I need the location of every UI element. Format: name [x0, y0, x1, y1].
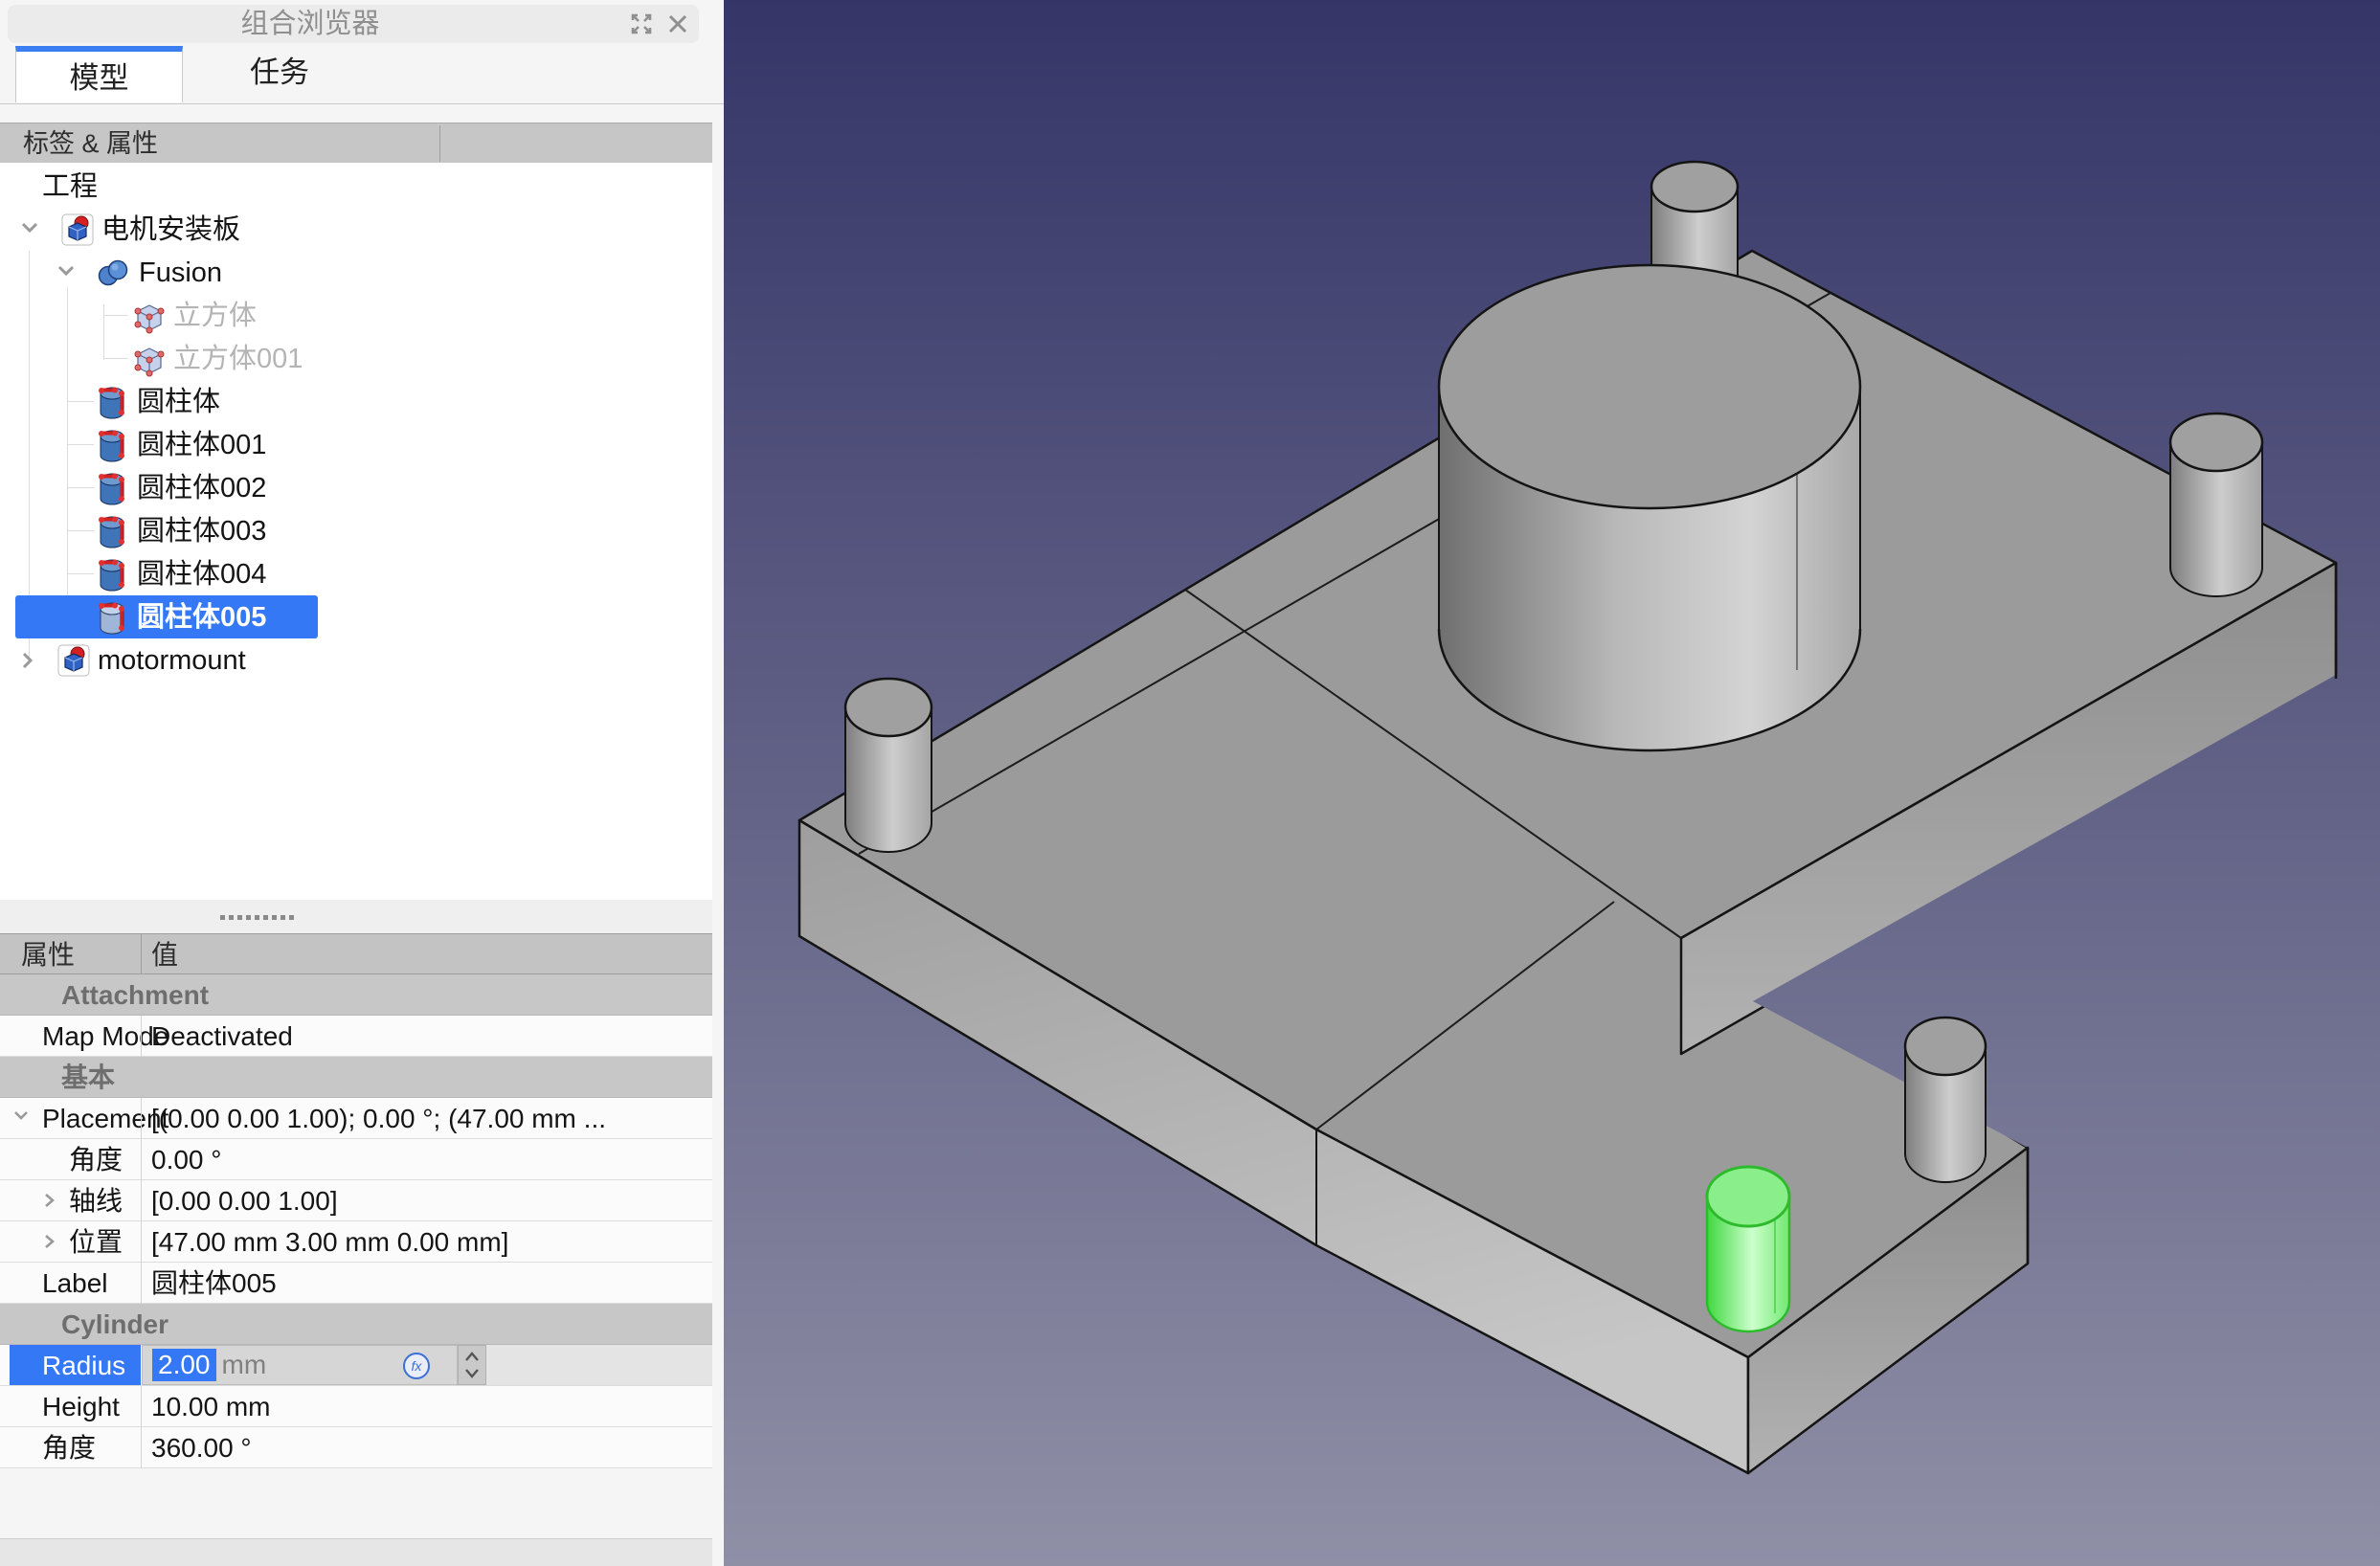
radius-selected-text: 2.00 [152, 1349, 216, 1381]
chevron-down-icon[interactable] [11, 1108, 31, 1129]
property-grid-header: 属性 值 [0, 933, 712, 974]
tree-item-motormount[interactable]: motormount [0, 638, 712, 682]
property-section-cylinder[interactable]: Cylinder [0, 1304, 712, 1345]
expression-editor-icon[interactable]: fx [403, 1353, 430, 1379]
property-section-base[interactable]: 基本 [0, 1057, 712, 1098]
radius-row-filler [486, 1345, 712, 1385]
tree-item-cube001[interactable]: 立方体001 [0, 337, 712, 380]
property-section-attachment[interactable]: Attachment [0, 974, 712, 1016]
property-row-height[interactable]: Height 10.00 mm [0, 1386, 712, 1427]
close-icon[interactable] [666, 12, 689, 35]
cube-icon [132, 343, 167, 382]
fusion-icon [96, 257, 130, 294]
cylinder-icon [96, 386, 128, 425]
freecad-window: 组合浏览器 模型 任务 [0, 0, 2380, 1566]
tree-item-cylinder003[interactable]: 圆柱体003 [0, 509, 712, 552]
chevron-down-icon[interactable] [19, 219, 40, 241]
combo-view-panel: 组合浏览器 模型 任务 [0, 0, 725, 1566]
cylinder-icon [96, 515, 128, 554]
radius-input[interactable]: 2.00mm fx [142, 1345, 458, 1385]
property-row-radius[interactable]: Radius 2.00mm fx [0, 1345, 712, 1386]
chevron-right-icon[interactable] [19, 650, 36, 676]
peg-right[interactable] [2170, 414, 2262, 596]
cylinder-icon [96, 601, 128, 640]
peg-front[interactable] [1905, 1018, 1986, 1182]
radius-spinner[interactable] [458, 1345, 486, 1385]
tree-item-cylinder005[interactable]: 圆柱体005 [0, 595, 712, 638]
tab-model[interactable]: 模型 [15, 46, 183, 102]
tree-item-cylinder004[interactable]: 圆柱体004 [0, 552, 712, 595]
tree-item-cylinder002[interactable]: 圆柱体002 [0, 466, 712, 509]
property-row-label[interactable]: Label 圆柱体005 [0, 1263, 712, 1304]
tree-item-cylinder[interactable]: 圆柱体 [0, 380, 712, 423]
panel-tabs: 模型 任务 [0, 46, 724, 104]
tree-column-header[interactable]: 标签 & 属性 [0, 123, 712, 165]
model-tree: 工程 电机安装板 [0, 163, 712, 900]
property-row-position[interactable]: 位置 [47.00 mm 3.00 mm 0.00 mm] [0, 1221, 712, 1263]
property-row-map-mode[interactable]: Map Mode Deactivated [0, 1016, 712, 1057]
column-divider[interactable] [439, 125, 440, 162]
tree-item-motor-mount-plate[interactable]: 电机安装板 [0, 208, 712, 251]
panel-bottom-strip [0, 1538, 712, 1566]
tree-item-cube[interactable]: 立方体 [0, 294, 712, 337]
chevron-down-icon[interactable] [56, 262, 77, 284]
tree-item-project[interactable]: 工程 [0, 165, 712, 208]
property-row-angle[interactable]: 角度 0.00 ° [0, 1139, 712, 1180]
expand-icon[interactable] [630, 12, 653, 35]
cylinder-icon [96, 429, 128, 468]
selected-green-cylinder[interactable] [1707, 1167, 1789, 1331]
splitter-handle[interactable] [220, 915, 294, 920]
cylinder-icon [96, 558, 128, 597]
chevron-right-icon[interactable] [42, 1191, 57, 1215]
peg-left[interactable] [845, 679, 932, 852]
panel-titlebar[interactable]: 组合浏览器 [8, 5, 699, 43]
cube-icon [132, 300, 167, 339]
document-icon [57, 644, 90, 682]
property-editor: 属性 值 Attachment Map Mode Deactivated 基本 … [0, 933, 712, 1468]
3d-viewport[interactable] [724, 0, 2380, 1566]
cylinder-icon [96, 472, 128, 511]
property-row-axis[interactable]: 轴线 [0.00 0.00 1.00] [0, 1180, 712, 1221]
panel-title: 组合浏览器 [8, 5, 613, 43]
tree-item-cylinder001[interactable]: 圆柱体001 [0, 423, 712, 466]
chevron-right-icon[interactable] [42, 1232, 57, 1256]
document-icon [61, 213, 94, 251]
property-row-angle2[interactable]: 角度 360.00 ° [0, 1427, 712, 1468]
property-row-placement[interactable]: Placement [(0.00 0.00 1.00); 0.00 °; (47… [0, 1098, 712, 1139]
boss-cylinder[interactable] [1439, 265, 1860, 750]
tree-header-label: 标签 & 属性 [23, 123, 158, 164]
tab-tasks[interactable]: 任务 [184, 46, 375, 102]
panel-splitter[interactable] [0, 900, 712, 933]
tree-item-fusion[interactable]: Fusion [0, 251, 712, 294]
